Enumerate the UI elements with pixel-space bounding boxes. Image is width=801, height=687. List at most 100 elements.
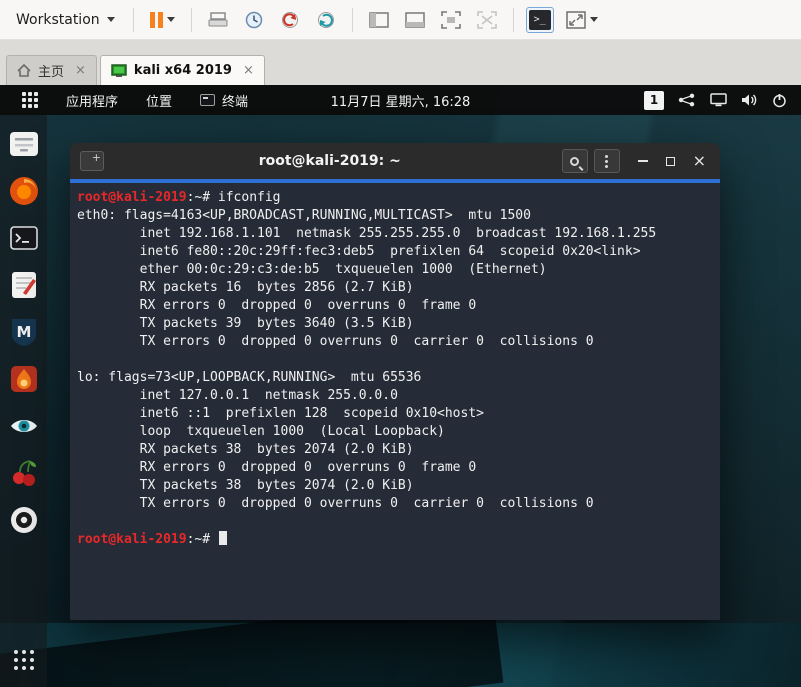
- terminal-line: lo: flags=73<UP,LOOPBACK,RUNNING> mtu 65…: [77, 370, 422, 385]
- home-icon: [17, 64, 31, 77]
- terminal-menu-label: 终端: [222, 94, 249, 110]
- menu-button[interactable]: [593, 149, 620, 173]
- snapshot-manager-button[interactable]: [312, 7, 340, 33]
- revert-snapshot-icon: [281, 11, 298, 28]
- display-icon[interactable]: [710, 93, 727, 107]
- terminal-mini-icon: [200, 94, 216, 106]
- tab-home[interactable]: 主页 ×: [6, 55, 97, 85]
- fullscreen-button[interactable]: [562, 8, 602, 32]
- close-button[interactable]: ×: [693, 153, 706, 169]
- terminal-line: TX errors 0 dropped 0 overruns 0 carrier…: [77, 496, 594, 511]
- pause-button[interactable]: [146, 9, 179, 31]
- vm-screen-icon: [111, 64, 127, 77]
- toolbar-separator: [132, 7, 134, 32]
- volume-icon[interactable]: [741, 93, 758, 107]
- send-ctrl-alt-del-icon: [208, 11, 228, 26]
- tab-label: kali x64 2019: [133, 63, 232, 78]
- fullscreen-icon: [565, 10, 586, 29]
- workspace-badge[interactable]: 1: [644, 90, 664, 110]
- terminal-icon[interactable]: [7, 221, 41, 255]
- cherrytree-icon[interactable]: [7, 456, 41, 490]
- search-button[interactable]: [561, 149, 588, 173]
- snapshot-manager-icon: [317, 11, 334, 28]
- maximize-button[interactable]: [665, 156, 675, 166]
- places-label: 位置: [146, 94, 173, 110]
- panel-left: 应用程序 位置 终端: [0, 87, 260, 114]
- terminal-window: root@kali-2019: ~ × root@kali-2019:~# if…: [70, 143, 720, 620]
- close-tab-icon[interactable]: ×: [243, 63, 254, 78]
- dock: M: [0, 115, 47, 687]
- apps-grid-icon: [22, 92, 38, 108]
- close-tab-icon[interactable]: ×: [75, 63, 86, 78]
- terminal-line: inet 127.0.0.1 netmask 255.0.0.0: [77, 388, 398, 403]
- take-snapshot-icon: [245, 11, 262, 28]
- terminal-line: ether 00:0c:29:c3:de:b5 txqueuelen 1000 …: [77, 262, 547, 277]
- take-snapshot-button[interactable]: [240, 7, 268, 33]
- terminal-output[interactable]: root@kali-2019:~# ifconfig eth0: flags=41…: [70, 183, 720, 620]
- console-view-button[interactable]: [437, 8, 465, 32]
- firefox-icon[interactable]: [7, 174, 41, 208]
- show-library-button[interactable]: [365, 9, 393, 31]
- workstation-menu-label: Workstation: [16, 11, 100, 28]
- chevron-down-icon: [589, 17, 598, 22]
- terminal-line: inet 192.168.1.101 netmask 255.255.255.0…: [77, 226, 657, 241]
- places-menu[interactable]: 位置: [134, 87, 184, 114]
- revert-snapshot-button[interactable]: [276, 7, 304, 33]
- terminal-line: inet6 ::1 prefixlen 128 scopeid 0x10<hos…: [77, 406, 484, 421]
- terminal-line: RX errors 0 dropped 0 overruns 0 frame 0: [77, 298, 477, 313]
- terminal-line: TX packets 39 bytes 3640 (3.5 KiB): [77, 316, 414, 331]
- tab-label: 主页: [38, 65, 65, 80]
- vmware-tab-bar: 主页 × kali x64 2019 ×: [0, 40, 801, 85]
- new-terminal-button[interactable]: [80, 151, 104, 171]
- pause-icon: [149, 11, 163, 28]
- applications-menu[interactable]: 应用程序: [54, 87, 130, 114]
- toolbar-separator: [512, 7, 514, 32]
- thumbnail-bar-icon: [404, 11, 425, 28]
- applications-label: 应用程序: [66, 94, 119, 110]
- workstation-menu[interactable]: Workstation: [10, 8, 121, 32]
- toolbar-separator: [351, 7, 353, 32]
- svg-text:M: M: [16, 323, 31, 341]
- show-applications-icon[interactable]: [7, 643, 41, 677]
- kali-top-panel: 应用程序 位置 终端 11月7日 星期六, 16:28 1: [0, 85, 801, 115]
- unity-view-icon: [476, 10, 497, 29]
- screen-recorder-icon[interactable]: [7, 503, 41, 537]
- show-library-icon: [368, 11, 389, 28]
- text-editor-icon[interactable]: [7, 268, 41, 302]
- apps-grid-button[interactable]: [10, 88, 50, 112]
- console-view-icon: [440, 10, 461, 29]
- terminal-line: root@kali-2019:~# ifconfig: [77, 190, 281, 205]
- panel-clock[interactable]: 11月7日 星期六, 16:28: [331, 91, 471, 110]
- terminal-line: RX packets 38 bytes 2074 (2.0 KiB): [77, 442, 414, 457]
- power-icon[interactable]: [772, 93, 787, 108]
- kebab-menu-icon: [605, 154, 609, 168]
- window-controls: ×: [637, 153, 710, 169]
- terminal-line: inet6 fe80::20c:29ff:fec3:deb5 prefixlen…: [77, 244, 641, 259]
- terminal-titlebar[interactable]: root@kali-2019: ~ ×: [70, 143, 720, 179]
- vmware-toolbar: Workstation >_: [0, 0, 801, 40]
- files-icon[interactable]: [7, 127, 41, 161]
- metasploit-icon[interactable]: M: [7, 315, 41, 349]
- send-ctrl-alt-del-button[interactable]: [204, 8, 232, 32]
- toolbar-separator: [190, 7, 192, 32]
- tab-kali-vm[interactable]: kali x64 2019 ×: [99, 55, 265, 85]
- terminal-line: TX packets 38 bytes 2074 (2.0 KiB): [77, 478, 414, 493]
- unity-view-button[interactable]: [473, 8, 501, 32]
- terminal-app-menu[interactable]: 终端: [188, 87, 260, 114]
- chevron-down-icon: [106, 17, 115, 22]
- terminal-console-icon: >_: [528, 9, 551, 30]
- terminal-title: root@kali-2019: ~: [258, 153, 401, 169]
- network-icon[interactable]: [678, 93, 696, 107]
- terminal-line: root@kali-2019:~#: [77, 531, 720, 549]
- eye-tool-icon[interactable]: [7, 409, 41, 443]
- panel-right: 1: [644, 90, 801, 110]
- minimize-button[interactable]: [637, 160, 648, 162]
- chevron-down-icon: [166, 17, 175, 22]
- terminal-line: TX errors 0 dropped 0 overruns 0 carrier…: [77, 334, 594, 349]
- armitage-icon[interactable]: [7, 362, 41, 396]
- console-button[interactable]: >_: [525, 6, 554, 33]
- text-cursor: [218, 531, 227, 545]
- thumbnail-bar-button[interactable]: [401, 9, 429, 31]
